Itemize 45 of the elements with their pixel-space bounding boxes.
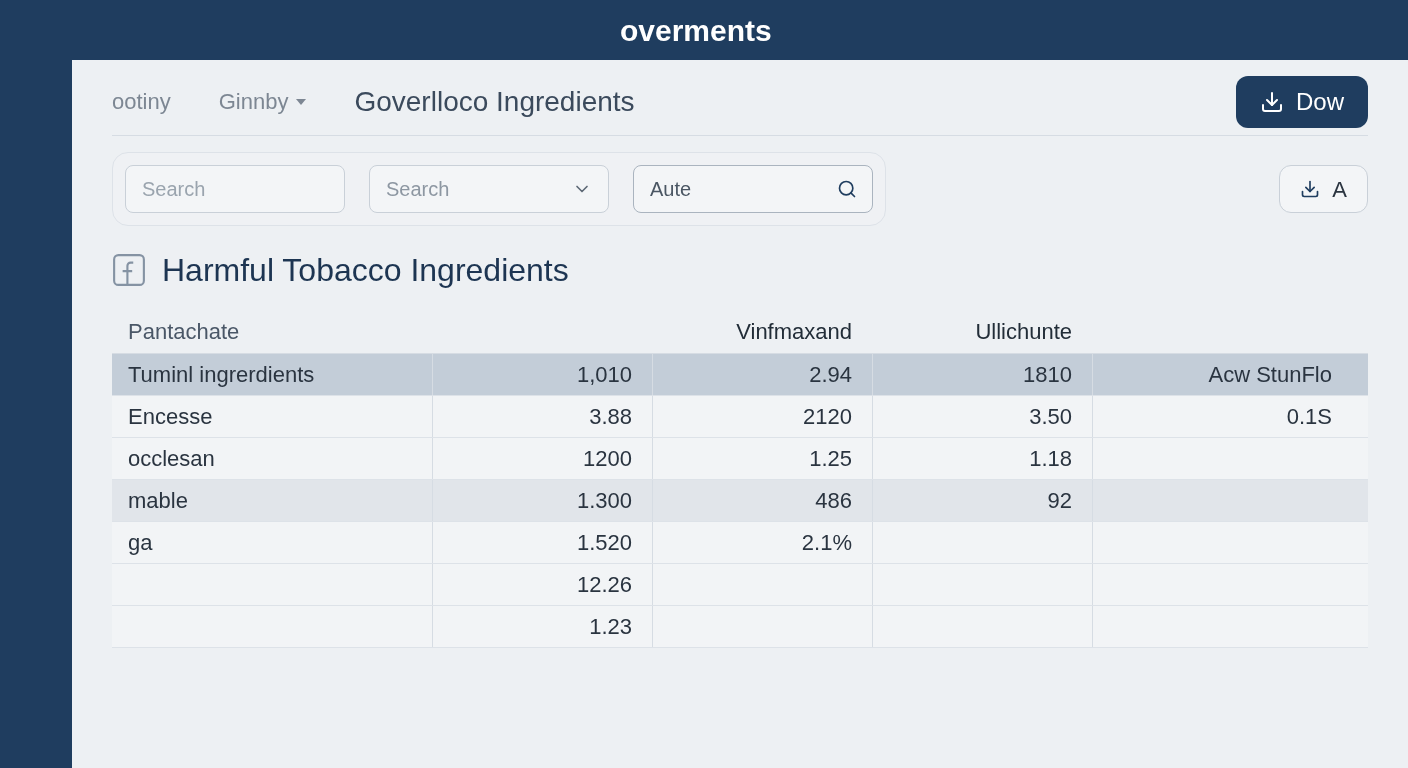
download-icon bbox=[1260, 89, 1284, 114]
table-cell-text: occlesan bbox=[128, 445, 215, 473]
table-cell-text: 1.23 bbox=[589, 613, 632, 641]
column-header: Ullichunte bbox=[975, 318, 1073, 346]
caret-icon bbox=[296, 98, 307, 105]
table-row[interactable]: mable 1.300 486 92 bbox=[112, 480, 1368, 522]
table-cell-text: 2.94 bbox=[809, 361, 852, 389]
table-row[interactable]: ga 1.520 2.1% bbox=[112, 522, 1368, 564]
table-cell-text: Tuminl ingrerdients bbox=[128, 361, 315, 389]
table-cell-text: 3.50 bbox=[1029, 403, 1072, 431]
table-cell-text: 1.25 bbox=[809, 445, 852, 473]
table-row[interactable]: occlesan 1200 1.25 1.18 bbox=[112, 438, 1368, 480]
page-title: Goverlloco Ingredients bbox=[354, 84, 635, 119]
app-title: overments bbox=[620, 12, 772, 49]
table-cell-text: 1,010 bbox=[576, 361, 632, 389]
table-row[interactable]: Tuminl ingrerdients 1,010 2.94 1810 Acw StunFlo bbox=[112, 354, 1368, 396]
search-field[interactable]: Aute bbox=[633, 165, 873, 213]
table-cell-text: Encesse bbox=[128, 403, 213, 431]
table-cell-text: 1.300 bbox=[576, 487, 632, 515]
table-cell-text: 0.1S bbox=[1286, 403, 1332, 431]
table-row[interactable]: Encesse 3.88 2120 3.50 0.1S bbox=[112, 396, 1368, 438]
table-cell-text: 2.1% bbox=[801, 529, 852, 557]
table-cell-text: Acw StunFlo bbox=[1208, 361, 1332, 389]
download-button[interactable]: Dow bbox=[1236, 75, 1368, 128]
table-cell-text: ga bbox=[128, 529, 153, 557]
column-header: Pantachate bbox=[127, 318, 241, 346]
table-cell-text: 1.18 bbox=[1029, 445, 1072, 473]
table-row[interactable]: 12.26 bbox=[112, 564, 1368, 606]
search-field[interactable]: Search bbox=[125, 165, 345, 213]
table-row[interactable]: 1.23 bbox=[112, 606, 1368, 648]
f-square-icon bbox=[112, 253, 146, 287]
table-cell-text: 2120 bbox=[803, 403, 852, 431]
table-cell-text: 12.26 bbox=[576, 571, 632, 599]
table-cell-text: mable bbox=[128, 487, 188, 515]
download-button[interactable]: A bbox=[1279, 165, 1368, 213]
table-cell-text: 3.88 bbox=[589, 403, 632, 431]
table-cell-text: 486 bbox=[815, 487, 852, 515]
table-cell-text: 1810 bbox=[1023, 361, 1072, 389]
column-header: Vinfmaxand bbox=[736, 318, 853, 346]
table-cell-text: 1200 bbox=[583, 445, 632, 473]
download-icon bbox=[1300, 179, 1321, 199]
search-icon bbox=[837, 179, 857, 199]
table-cell-text: 92 bbox=[1047, 487, 1072, 515]
table-cell-text: 1.520 bbox=[576, 529, 632, 557]
section-heading: Harmful Tobacco Ingredients bbox=[162, 251, 569, 290]
